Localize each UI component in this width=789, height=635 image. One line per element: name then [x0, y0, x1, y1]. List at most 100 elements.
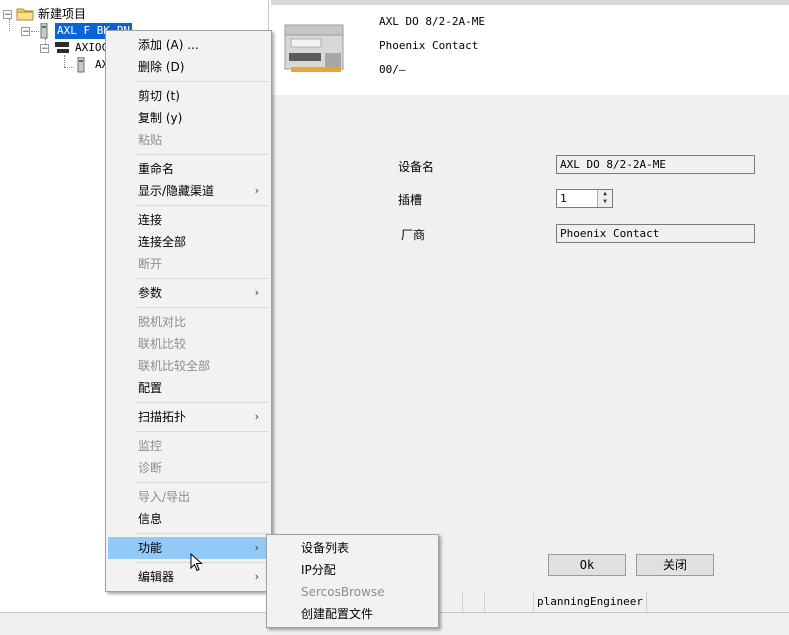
menu-item-label: 联机比较全部 [138, 359, 211, 373]
menu-separator [136, 205, 268, 206]
functions-submenu[interactable]: 设备列表 IP分配 SercosBrowse 创建配置文件 [266, 534, 439, 628]
submenu-item-create-config-file[interactable]: 创建配置文件 [269, 603, 436, 625]
menu-item-label: 断开 [138, 257, 163, 271]
chevron-right-icon: › [254, 541, 259, 554]
menu-item-online-compare-all: 联机比较全部 [108, 355, 269, 377]
menu-separator [136, 81, 268, 82]
chevron-right-icon: › [254, 286, 259, 299]
menu-item-label: 连接全部 [138, 235, 187, 249]
menu-item-label: 联机比较 [138, 337, 187, 351]
menu-item-label: 信息 [138, 512, 163, 526]
status-cell [646, 591, 789, 612]
mouse-cursor-icon [190, 553, 203, 572]
status-cell [436, 591, 460, 612]
device-image [284, 24, 344, 72]
menu-item-monitor: 监控 [108, 435, 269, 457]
menu-item-copy[interactable]: 复制 (y) [108, 107, 269, 129]
menu-item-cut[interactable]: 剪切 (t) [108, 85, 269, 107]
menu-item-label: 导入/导出 [138, 490, 191, 504]
spin-up-icon[interactable]: ▲ [598, 190, 612, 198]
network-icon [55, 42, 69, 53]
menu-item-online-compare: 联机比较 [108, 333, 269, 355]
menu-separator [136, 431, 268, 432]
device-model: AXL DO 8/2-2A-ME [379, 15, 485, 28]
menu-item-label: 设备列表 [301, 541, 350, 555]
tree-item-label: AXIOC [75, 41, 109, 54]
menu-item-label: SercosBrowse [301, 585, 385, 599]
submenu-item-sercos-browse: SercosBrowse [269, 581, 436, 603]
slot-label: 插槽 [398, 193, 423, 207]
device-version: 00/— [379, 63, 406, 76]
menu-separator [136, 402, 268, 403]
menu-item-rename[interactable]: 重命名 [108, 158, 269, 180]
chevron-right-icon: › [254, 410, 259, 423]
status-cell [462, 591, 482, 612]
menu-item-disconnect: 断开 [108, 253, 269, 275]
menu-item-label: 复制 (y) [138, 111, 183, 125]
menu-item-connect[interactable]: 连接 [108, 209, 269, 231]
menu-item-label: 诊断 [138, 461, 163, 475]
menu-item-add[interactable]: 添加 (A) ... [108, 34, 269, 56]
slot-spinner[interactable]: 1 ▲ ▼ [556, 189, 613, 208]
menu-separator [136, 307, 268, 308]
menu-item-connect-all[interactable]: 连接全部 [108, 231, 269, 253]
menu-item-label: 创建配置文件 [301, 607, 374, 621]
tree-item-label: 新建项目 [38, 7, 87, 21]
spinner-buttons[interactable]: ▲ ▼ [597, 190, 612, 207]
collapse-icon[interactable]: − [40, 44, 49, 54]
chevron-right-icon: › [254, 570, 259, 583]
menu-item-delete[interactable]: 删除 (D) [108, 56, 269, 78]
vendor-field[interactable]: Phoenix Contact [556, 224, 755, 243]
collapse-icon[interactable]: − [3, 10, 12, 20]
menu-item-info[interactable]: 信息 [108, 508, 269, 530]
submenu-item-ip-assignment[interactable]: IP分配 [269, 559, 436, 581]
menu-item-offline-compare: 脱机对比 [108, 311, 269, 333]
status-cell [484, 591, 528, 612]
device-vendor: Phoenix Contact [379, 39, 479, 52]
menu-item-import-export: 导入/导出 [108, 486, 269, 508]
menu-item-editor[interactable]: 编辑器 › [108, 566, 269, 588]
context-menu[interactable]: 添加 (A) ... 删除 (D) 剪切 (t) 复制 (y) 粘贴 重命名 显… [105, 30, 272, 592]
module-icon [77, 57, 85, 73]
menu-item-show-hide-channels[interactable]: 显示/隐藏渠道 › [108, 180, 269, 202]
folder-icon [16, 8, 34, 21]
device-name-label: 设备名 [398, 160, 435, 174]
menu-item-label: 粘贴 [138, 133, 163, 147]
menu-item-label: 脱机对比 [138, 315, 187, 329]
menu-item-diagnostics: 诊断 [108, 457, 269, 479]
menu-item-scan-topology[interactable]: 扫描拓扑 › [108, 406, 269, 428]
menu-item-label: 编辑器 [138, 570, 175, 584]
close-button[interactable]: 关闭 [636, 554, 714, 576]
collapse-icon[interactable]: − [21, 27, 30, 37]
tree-item-root[interactable]: − 新建项目 [0, 6, 260, 22]
menu-item-functions[interactable]: 功能 › [108, 537, 269, 559]
menu-item-label: 扫描拓扑 [138, 410, 187, 424]
menu-item-paste: 粘贴 [108, 129, 269, 151]
vendor-label: 厂商 [401, 228, 426, 242]
menu-item-label: 功能 [138, 541, 163, 555]
device-name-field[interactable]: AXL DO 8/2-2A-ME [556, 155, 755, 174]
ok-button[interactable]: Ok [548, 554, 626, 576]
menu-item-label: 添加 (A) ... [138, 38, 199, 52]
module-icon [40, 23, 48, 39]
menu-separator [136, 533, 268, 534]
menu-item-label: 参数 [138, 286, 163, 300]
menu-item-label: 删除 (D) [138, 60, 185, 74]
menu-item-label: IP分配 [301, 563, 336, 577]
status-user: planningEngineer [533, 591, 647, 612]
menu-item-label: 重命名 [138, 162, 175, 176]
menu-item-label: 配置 [138, 381, 163, 395]
device-header: AXL DO 8/2-2A-ME Phoenix Contact 00/— [271, 5, 789, 95]
menu-item-label: 剪切 (t) [138, 89, 180, 103]
menu-separator [136, 154, 268, 155]
menu-item-parameters[interactable]: 参数 › [108, 282, 269, 304]
menu-item-configure[interactable]: 配置 [108, 377, 269, 399]
slot-value: 1 [560, 192, 567, 205]
chevron-right-icon: › [254, 184, 259, 197]
menu-item-label: 连接 [138, 213, 163, 227]
spin-down-icon[interactable]: ▼ [598, 198, 612, 206]
menu-item-label: 监控 [138, 439, 163, 453]
menu-separator [136, 278, 268, 279]
menu-item-label: 显示/隐藏渠道 [138, 184, 215, 198]
submenu-item-device-list[interactable]: 设备列表 [269, 537, 436, 559]
